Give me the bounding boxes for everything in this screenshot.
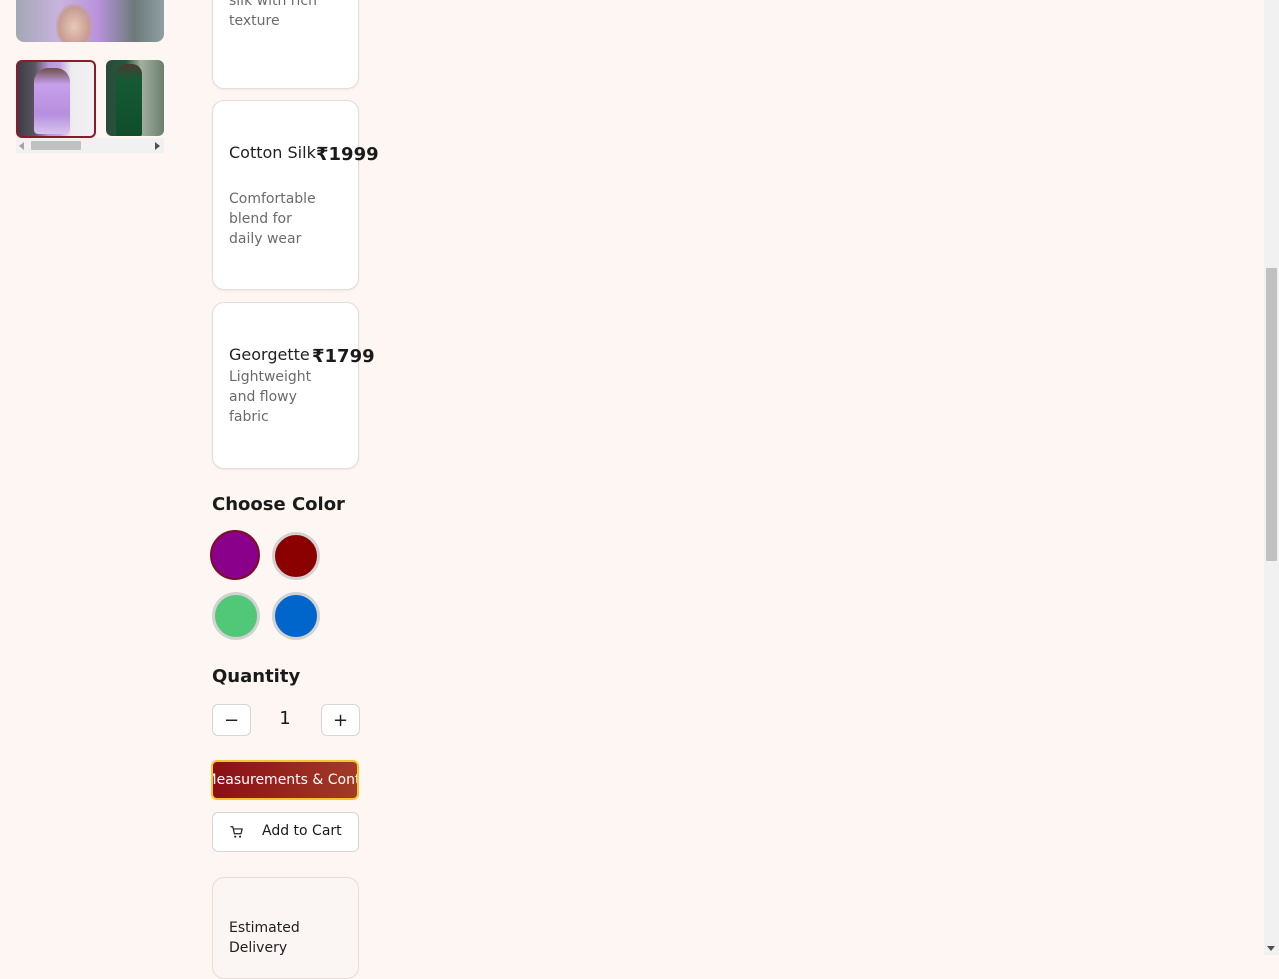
quantity-value: 1 xyxy=(279,708,291,729)
color-swatch-green[interactable] xyxy=(212,592,260,640)
minus-icon: − xyxy=(223,709,240,731)
color-swatch-maroon[interactable] xyxy=(272,532,320,580)
color-swatch-purple[interactable] xyxy=(210,530,260,580)
fabric-name: Georgette xyxy=(229,345,310,364)
add-measurements-label: Add Measurements & Continue xyxy=(211,772,359,788)
fabric-price: ₹1799 xyxy=(312,346,375,367)
fabric-name: Cotton Silk xyxy=(229,143,316,162)
page-scrollbar[interactable] xyxy=(1264,0,1279,955)
add-to-cart-button[interactable]: Add to Cart xyxy=(212,812,359,852)
scroll-down-icon[interactable] xyxy=(1267,946,1275,951)
fabric-card-cotton-silk[interactable]: Cotton Silk ₹1999 Comfortable blend for … xyxy=(212,100,379,290)
fabric-price: ₹1999 xyxy=(316,144,379,165)
add-to-cart-label: Add to Cart xyxy=(262,823,342,839)
add-measurements-button[interactable]: Add Measurements & Continue xyxy=(211,760,359,800)
fabric-description: Lightweight and flowy fabric xyxy=(229,369,312,425)
page-scrollbar-thumb[interactable] xyxy=(1266,268,1277,561)
plus-icon: + xyxy=(332,709,349,731)
scroll-left-icon[interactable] xyxy=(19,142,24,150)
thumbnail-scrollbar[interactable] xyxy=(16,138,164,153)
choose-color-heading: Choose Color xyxy=(212,494,345,515)
estimated-delivery-label: Estimated Delivery xyxy=(229,920,300,956)
quantity-decrease-button[interactable]: − xyxy=(212,704,251,736)
fabric-card-georgette[interactable]: Georgette ₹1799 Lightweight and flowy fa… xyxy=(212,302,375,469)
estimated-delivery-card: Estimated Delivery xyxy=(212,877,359,979)
fabric-description: Comfortable blend for daily wear xyxy=(229,191,316,247)
color-swatch-blue[interactable] xyxy=(272,592,320,640)
product-main-image xyxy=(16,0,164,42)
quantity-increase-button[interactable]: + xyxy=(321,704,360,736)
thumbnail-green-suit[interactable] xyxy=(106,60,164,136)
scroll-right-icon[interactable] xyxy=(155,142,160,150)
quantity-heading: Quantity xyxy=(212,666,301,687)
thumbnail-strip xyxy=(16,58,164,153)
cart-icon xyxy=(230,826,243,838)
scrollbar-thumb[interactable] xyxy=(31,141,81,150)
thumbnail-lavender-suit[interactable] xyxy=(16,60,96,138)
fabric-description: silk with rich texture xyxy=(229,0,317,29)
fabric-card-silk[interactable]: silk with rich texture xyxy=(212,0,359,89)
